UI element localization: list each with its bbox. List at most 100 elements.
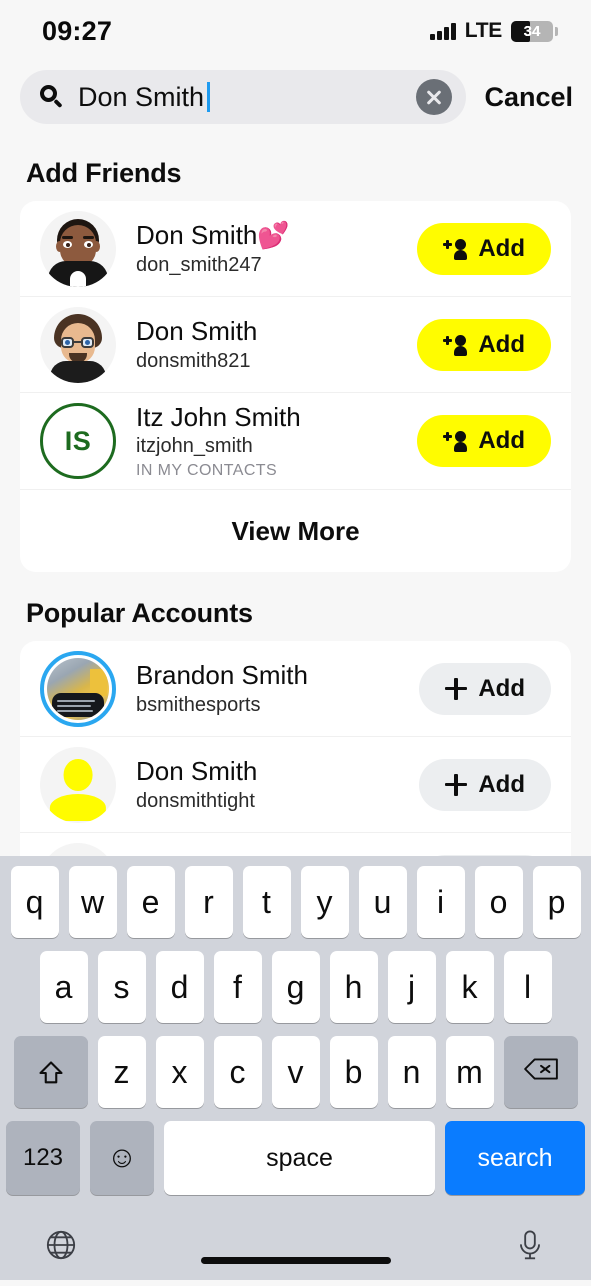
status-indicators: LTE 34 bbox=[430, 19, 558, 43]
key-v[interactable]: v bbox=[271, 1036, 320, 1108]
status-badge: IN MY CONTACTS bbox=[136, 462, 278, 480]
key-g[interactable]: g bbox=[271, 951, 320, 1023]
section-title-popular-accounts: Popular Accounts bbox=[26, 598, 253, 628]
numbers-key[interactable]: 123 bbox=[6, 1121, 80, 1195]
status-time: 09:27 bbox=[42, 15, 113, 46]
key-x[interactable]: x bbox=[155, 1036, 204, 1108]
key-u[interactable]: u bbox=[358, 866, 407, 938]
key-o[interactable]: o bbox=[474, 866, 523, 938]
avatar-initials: IS bbox=[64, 425, 92, 456]
key-z[interactable]: z bbox=[97, 1036, 146, 1108]
avatar[interactable] bbox=[40, 650, 116, 727]
add-person-icon bbox=[443, 334, 468, 356]
add-button-label: Add bbox=[478, 674, 525, 702]
clear-search-button[interactable] bbox=[416, 79, 453, 115]
add-button-label: Add bbox=[478, 234, 525, 262]
network-type-label: LTE bbox=[464, 19, 503, 42]
key-c[interactable]: c bbox=[213, 1036, 262, 1108]
add-friend-button[interactable]: Add bbox=[419, 662, 551, 715]
display-name: Don Smith bbox=[136, 756, 258, 787]
avatar: IS bbox=[40, 403, 116, 479]
key-f[interactable]: f bbox=[213, 951, 262, 1023]
key-d[interactable]: d bbox=[155, 951, 204, 1023]
signal-strength-icon bbox=[430, 22, 456, 40]
list-item-text: Don Smith donsmithtight bbox=[136, 756, 419, 813]
add-friends-card: Don Smith💕 don_smith247 Add Don Smith do bbox=[20, 201, 571, 572]
key-e[interactable]: e bbox=[126, 866, 175, 938]
home-indicator bbox=[200, 1257, 391, 1264]
list-item[interactable]: Don Smith💕 don_smith247 Add bbox=[20, 201, 571, 297]
key-s[interactable]: s bbox=[97, 951, 146, 1023]
battery-icon: 34 bbox=[511, 20, 558, 42]
add-friend-button[interactable]: Add bbox=[417, 318, 551, 371]
onscreen-keyboard[interactable]: q w e r t y u i o p a s d f g h j k l z … bbox=[0, 856, 591, 1280]
key-p[interactable]: p bbox=[532, 866, 581, 938]
display-name: Itz John Smith bbox=[136, 401, 301, 432]
shift-key[interactable] bbox=[13, 1036, 88, 1108]
popular-accounts-card: Brandon Smith bsmithesports Add Don Smit… bbox=[20, 641, 571, 856]
add-person-icon bbox=[443, 430, 468, 452]
username: donsmithtight bbox=[136, 789, 255, 812]
key-t[interactable]: t bbox=[242, 866, 291, 938]
key-k[interactable]: k bbox=[445, 951, 494, 1023]
key-q[interactable]: q bbox=[10, 866, 59, 938]
search-input[interactable]: Don Smith bbox=[20, 70, 467, 124]
display-name: Don Smith bbox=[136, 316, 258, 347]
key-n[interactable]: n bbox=[387, 1036, 436, 1108]
keyboard-row-1: q w e r t y u i o p bbox=[0, 866, 591, 938]
search-key[interactable]: search bbox=[445, 1121, 585, 1195]
view-more-button[interactable]: View More bbox=[20, 490, 571, 572]
list-item[interactable]: Don Smith donsmithtight Add bbox=[20, 737, 571, 833]
text-cursor bbox=[207, 82, 211, 112]
keyboard-row-2: a s d f g h j k l bbox=[0, 951, 591, 1023]
story-thumbnail bbox=[47, 657, 109, 720]
plus-icon bbox=[445, 773, 468, 796]
username: bsmithesports bbox=[136, 693, 261, 716]
add-friend-button[interactable]: Add bbox=[419, 758, 551, 811]
add-button-label: Add bbox=[478, 330, 525, 358]
username: don_smith247 bbox=[136, 253, 262, 276]
space-key[interactable]: space bbox=[164, 1121, 435, 1195]
results-scroll-area[interactable]: Add Friends Don Smith💕 don_smith247 Add bbox=[0, 132, 591, 856]
key-a[interactable]: a bbox=[39, 951, 88, 1023]
plus-icon bbox=[445, 677, 468, 700]
key-m[interactable]: m bbox=[445, 1036, 494, 1108]
search-input-value: Don Smith bbox=[78, 81, 205, 112]
key-y[interactable]: y bbox=[300, 866, 349, 938]
search-row: Don Smith Cancel bbox=[0, 62, 591, 132]
section-title-add-friends: Add Friends bbox=[26, 158, 182, 188]
list-item[interactable]: Brandon Smith bsmithesports Add bbox=[20, 641, 571, 737]
emoji-key[interactable]: ☺ bbox=[90, 1121, 154, 1195]
avatar bbox=[40, 746, 116, 823]
status-bar: 09:27 LTE 34 bbox=[0, 0, 591, 62]
smiley-face-icon: ☺ bbox=[106, 1141, 138, 1174]
keyboard-row-3: z x c v b n m bbox=[0, 1036, 591, 1108]
key-h[interactable]: h bbox=[329, 951, 378, 1023]
key-w[interactable]: w bbox=[68, 866, 117, 938]
backspace-key[interactable] bbox=[503, 1036, 578, 1108]
shift-arrow-icon bbox=[37, 1058, 65, 1086]
key-r[interactable]: r bbox=[184, 866, 233, 938]
keyboard-bottom-bar bbox=[0, 1208, 591, 1286]
display-name: Don Smith💕 bbox=[136, 220, 290, 251]
key-j[interactable]: j bbox=[387, 951, 436, 1023]
add-friend-button[interactable]: Add bbox=[417, 222, 551, 275]
add-button-label: Add bbox=[478, 427, 525, 454]
list-item-text: Don Smith donsmith821 bbox=[136, 316, 417, 373]
key-l[interactable]: l bbox=[503, 951, 552, 1023]
add-person-icon bbox=[443, 238, 468, 260]
cancel-button[interactable]: Cancel bbox=[484, 82, 573, 113]
microphone-icon[interactable] bbox=[513, 1228, 547, 1267]
globe-icon[interactable] bbox=[44, 1228, 78, 1267]
list-item[interactable]: Don Smith donsmith9090 Add bbox=[20, 833, 571, 856]
add-button-label: Add bbox=[478, 770, 525, 798]
key-i[interactable]: i bbox=[416, 866, 465, 938]
username: itzjohn_smith bbox=[136, 435, 253, 458]
username: donsmith821 bbox=[136, 349, 251, 372]
key-b[interactable]: b bbox=[329, 1036, 378, 1108]
display-name: Brandon Smith bbox=[136, 660, 308, 691]
list-item[interactable]: Don Smith donsmith821 Add bbox=[20, 297, 571, 393]
list-item[interactable]: IS Itz John Smith itzjohn_smith IN MY CO… bbox=[20, 393, 571, 490]
add-friend-button[interactable]: Add bbox=[417, 415, 551, 467]
avatar bbox=[40, 843, 116, 856]
